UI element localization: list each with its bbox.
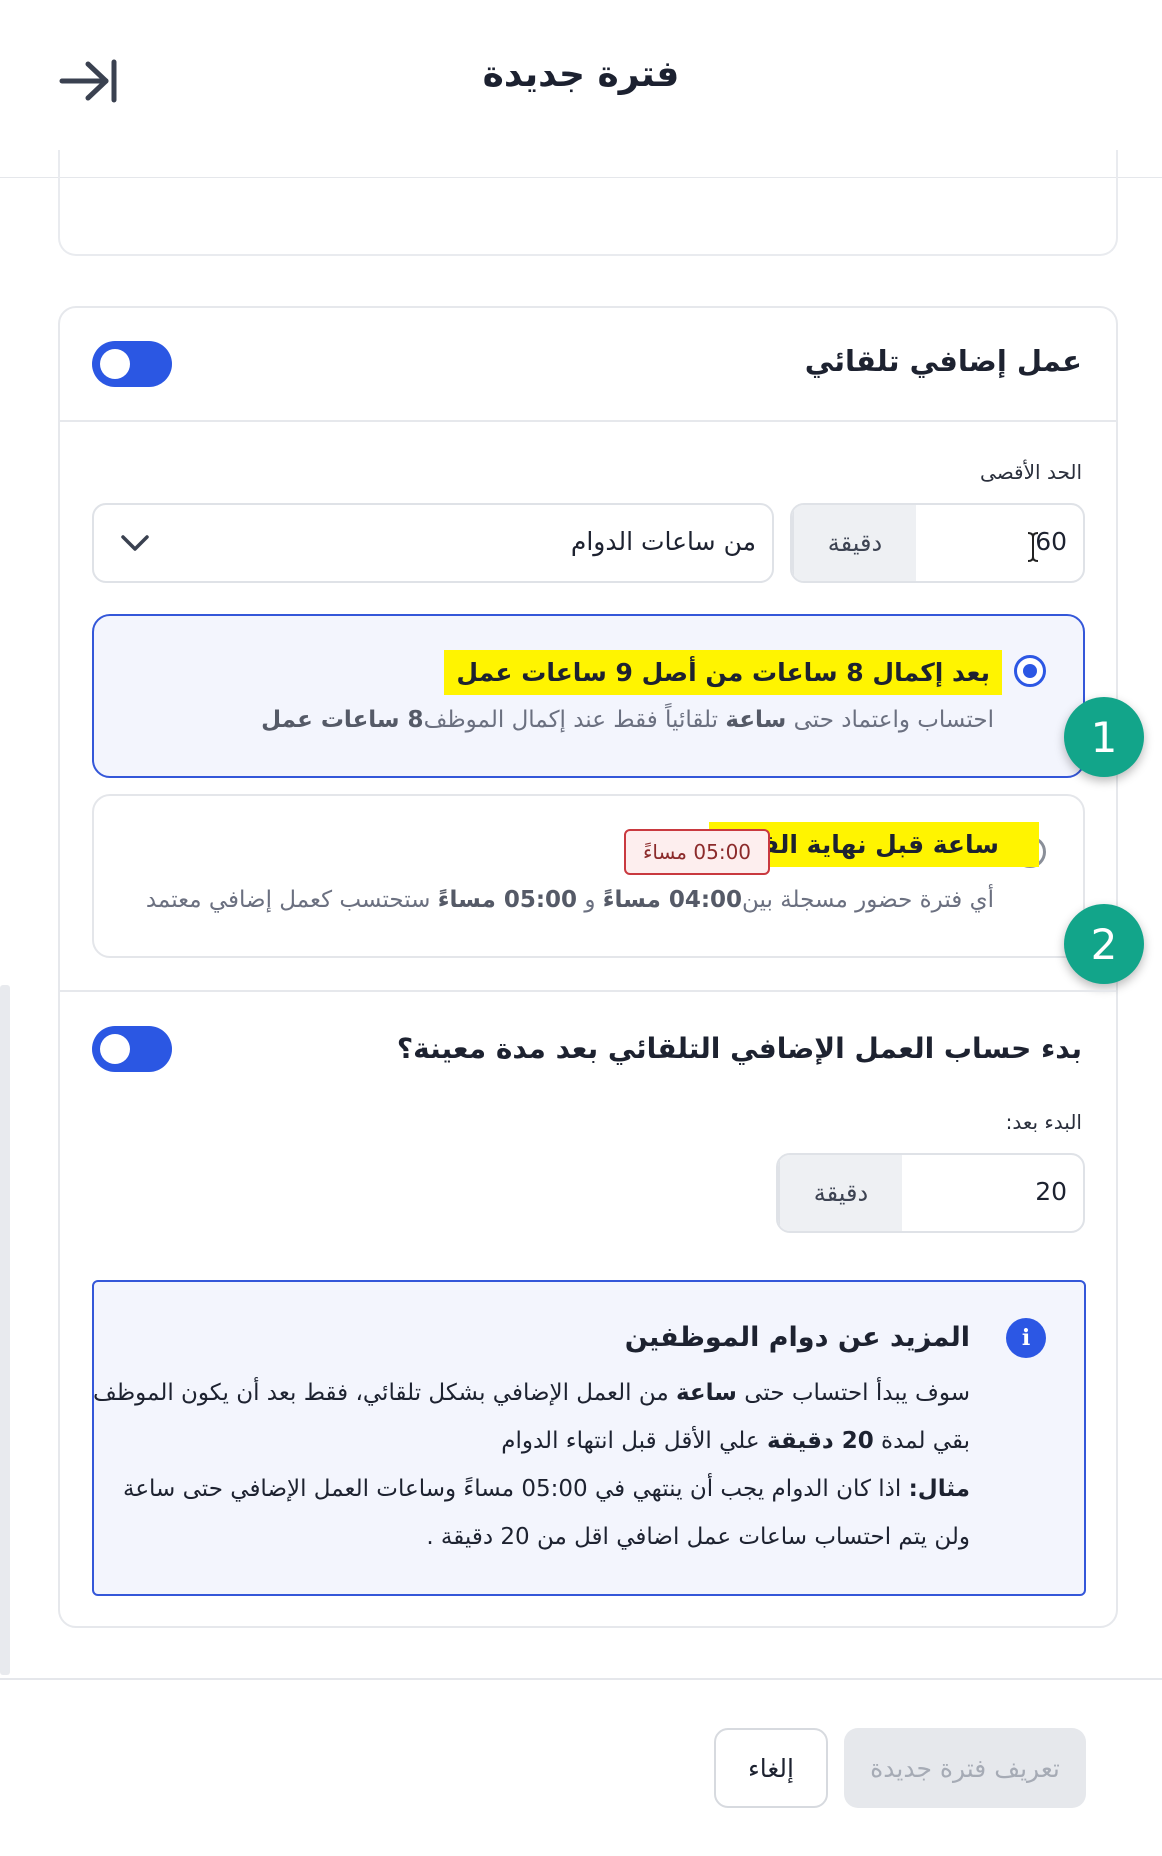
start-after-input[interactable]: دقيقة 20 [776, 1153, 1085, 1233]
info-icon: i [1006, 1318, 1046, 1358]
divider [60, 420, 1116, 422]
option-hour-before-end[interactable] [92, 794, 1085, 958]
basis-select[interactable]: من ساعات الدوام [92, 503, 774, 583]
auto-overtime-title: عمل إضافي تلقائي [804, 344, 1082, 378]
delay-start-toggle[interactable] [92, 1026, 172, 1072]
minutes-unit: دقيقة [778, 1155, 902, 1231]
option-1-description: احتساب واعتماد حتى ساعة تلقائياً فقط عند… [261, 707, 994, 733]
auto-overtime-toggle[interactable] [92, 341, 172, 387]
option-2-description: أي فترة حضور مسجلة بين04:00 مساءً و 05:0… [145, 887, 994, 913]
info-line-3: مثال: اذا كان الدوام يجب أن ينتهي في 05:… [122, 1476, 970, 1502]
create-shift-button[interactable]: تعريف فترة جديدة [844, 1728, 1086, 1808]
previous-card [58, 150, 1118, 256]
step-badge-2: 2 [1064, 904, 1144, 984]
info-title: المزيد عن دوام الموظفين [624, 1322, 970, 1353]
cancel-button[interactable]: إلغاء [714, 1728, 828, 1808]
option-after-completing-hours[interactable] [92, 614, 1085, 778]
footer-divider [0, 1678, 1162, 1680]
option-1-radio[interactable] [1014, 655, 1046, 687]
divider [60, 990, 1116, 992]
text-cursor-icon [1026, 531, 1040, 563]
info-line-4: ولن يتم احتساب ساعات عمل اضافي اقل من 20… [426, 1524, 970, 1550]
delay-start-title: بدء حساب العمل الإضافي التلقائي بعد مدة … [396, 1032, 1082, 1065]
option-1-title: بعد إكمال 8 ساعات من أصل 9 ساعات عمل [444, 650, 1002, 695]
info-line-1: سوف يبدأ احتساب حتى ساعة من العمل الإضاف… [93, 1380, 970, 1406]
end-time-badge: 05:00 مساءً [624, 829, 770, 875]
max-minutes-input[interactable]: دقيقة 60 [790, 503, 1085, 583]
step-badge-1: 1 [1064, 697, 1144, 777]
info-line-2: بقي لمدة 20 دقيقة علي الأقل قبل انتهاء ا… [501, 1428, 970, 1454]
start-after-label: البدء بعد: [1005, 1110, 1082, 1134]
max-label: الحد الأقصى [980, 460, 1082, 484]
chevron-down-icon [120, 533, 150, 553]
scrollbar[interactable] [0, 985, 10, 1675]
start-after-value[interactable]: 20 [1035, 1177, 1067, 1206]
minutes-unit: دقيقة [792, 505, 916, 581]
page-title: فترة جديدة [482, 54, 680, 95]
basis-select-value: من ساعات الدوام [570, 527, 756, 556]
